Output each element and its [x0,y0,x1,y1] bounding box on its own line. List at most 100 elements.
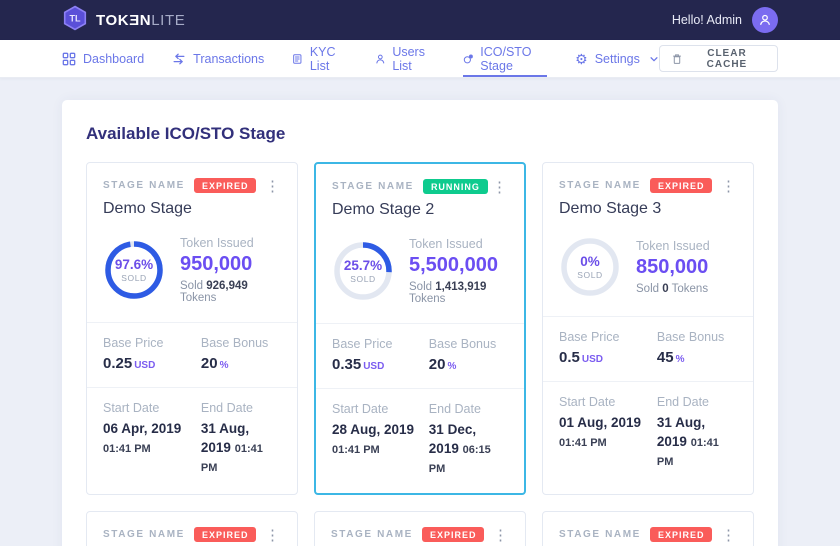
kebab-menu-icon[interactable]: ⋮ [260,177,285,196]
person-icon [758,13,772,27]
stage-name-label: STAGE NAME [559,180,641,191]
token-issued-label: Token Issued [636,239,710,253]
base-price-value: 0.5USD [559,349,657,366]
sold-word-label: SOLD [350,274,376,284]
brand-name: TOKƎNLITE [96,12,185,29]
nav-item-transactions[interactable]: Transactions [172,40,264,77]
start-time-value: 01:41 PM [559,437,607,449]
usd-unit: USD [363,361,384,372]
end-date-label: End Date [201,401,281,415]
sold-percentage-donut: 0% SOLD [559,236,621,298]
page-title: Available ICO/STO Stage [86,124,754,144]
percent-unit: % [447,361,456,372]
nav-label: ICO/STO Stage [480,45,547,73]
dates-row: Start Date 06 Apr, 2019 01:41 PM End Dat… [87,387,297,492]
ico-coins-icon [463,52,474,66]
chevron-down-icon [649,54,659,64]
price-bonus-row: Base Price 0.25USD Base Bonus 20% [87,322,297,387]
stage-name-label: STAGE NAME [331,529,413,540]
stage-status-badge: EXPIRED [194,178,257,193]
stage-name-label: STAGE NAME [103,529,185,540]
end-date-value: 31 Aug, 2019 01:41 PM [657,414,737,471]
stage-title: Demo Stage 3 [559,200,737,218]
price-bonus-row: Base Price 0.35USD Base Bonus 20% [316,323,524,388]
clear-cache-label: CLEAR CACHE [689,48,765,70]
percent-unit: % [220,360,229,371]
base-bonus-value: 20% [429,356,508,373]
kebab-menu-icon[interactable]: ⋮ [260,526,285,545]
nav-item-ico-sto-stage[interactable]: ICO/STO Stage [463,40,548,77]
end-date-label: End Date [429,402,508,416]
sold-tokens-count: 0 [662,283,668,295]
nav-item-kyc-list[interactable]: KYC List [292,40,346,77]
start-date-value: 06 Apr, 2019 01:41 PM [103,420,201,458]
stage-status-badge: EXPIRED [650,178,713,193]
users-person-icon [375,52,386,66]
base-price-label: Base Price [559,330,657,344]
content-panel: Available ICO/STO Stage ⋮ STAGE NAME EXP… [62,100,778,546]
nav-item-dashboard[interactable]: Dashboard [62,40,144,77]
start-date-label: Start Date [332,402,429,416]
stage-name-label: STAGE NAME [103,180,185,191]
end-date-label: End Date [657,395,737,409]
stage-card: ⋮ STAGE NAME EXPIRED Demo Stage 3 0% SOL… [542,162,754,495]
usd-unit: USD [582,354,603,365]
trash-icon [672,53,682,65]
sold-percent-value: 25.7% [344,258,382,273]
token-issued-amount: 950,000 [180,253,281,276]
sold-tokens-line: Sold 926,949 Tokens [180,280,281,304]
base-bonus-label: Base Bonus [201,336,281,350]
kebab-menu-icon[interactable]: ⋮ [488,526,513,545]
kebab-menu-icon[interactable]: ⋮ [487,178,512,197]
start-time-value: 01:41 PM [332,444,380,456]
stage-card: ⋮ STAGE NAME EXPIRED Demo Stage 4 0% SOL… [86,511,298,546]
clear-cache-button[interactable]: CLEAR CACHE [659,45,778,72]
stage-card: ⋮ STAGE NAME EXPIRED Demo Stage 5 0% SOL… [314,511,526,546]
stage-card: ⋮ STAGE NAME EXPIRED Demo Stage 97.6% SO… [86,162,298,495]
base-bonus-label: Base Bonus [657,330,737,344]
gear-icon: ⚙ [575,52,588,66]
kebab-menu-icon[interactable]: ⋮ [716,177,741,196]
base-bonus-label: Base Bonus [429,337,508,351]
stage-card: ⋮ STAGE NAME RUNNING Demo Stage 2 25.7% … [314,162,526,495]
stage-name-label: STAGE NAME [332,181,414,192]
base-price-label: Base Price [332,337,429,351]
base-price-value: 0.35USD [332,356,429,373]
user-greeting: Hello! Admin [672,13,742,27]
base-price-label: Base Price [103,336,201,350]
token-issued-label: Token Issued [180,236,281,250]
stage-name-label: STAGE NAME [559,529,641,540]
stage-card-grid: ⋮ STAGE NAME EXPIRED Demo Stage 97.6% SO… [86,162,754,546]
stage-status-badge: RUNNING [423,179,488,194]
kebab-menu-icon[interactable]: ⋮ [716,526,741,545]
sold-percent-value: 0% [580,254,600,269]
stage-title: Demo Stage 2 [332,201,508,219]
stage-card: ⋮ STAGE NAME EXPIRED Demo Stage 6 0% SOL… [542,511,754,546]
token-issued-amount: 850,000 [636,256,710,279]
svg-text:TL: TL [70,13,81,23]
tokenlite-hexagon-icon: TL [62,5,88,36]
base-bonus-value: 45% [657,349,737,366]
sold-percent-value: 97.6% [115,257,153,272]
nav-label: Users List [392,45,434,73]
user-avatar[interactable] [752,7,778,33]
end-date-value: 31 Dec, 2019 06:15 PM [429,421,508,478]
stage-status-badge: EXPIRED [194,527,257,542]
sold-percentage-donut: 97.6% SOLD [103,239,165,301]
token-issued-amount: 5,500,000 [409,254,508,277]
sold-tokens-line: Sold 0 Tokens [636,283,710,295]
start-date-value: 28 Aug, 2019 01:41 PM [332,421,429,459]
nav-label: Settings [595,52,640,66]
brand-logo[interactable]: TL TOKƎNLITE [62,5,185,36]
token-issued-label: Token Issued [409,237,508,251]
nav-label: KYC List [310,45,347,73]
start-date-label: Start Date [103,401,201,415]
nav-item-settings[interactable]: ⚙ Settings [575,40,659,77]
nav-item-users-list[interactable]: Users List [375,40,435,77]
sold-tokens-count: 1,413,919 [435,281,486,293]
dashboard-grid-icon [62,52,76,66]
sold-word-label: SOLD [577,270,603,280]
nav-label: Dashboard [83,52,144,66]
sold-word-label: SOLD [121,273,147,283]
start-time-value: 01:41 PM [103,443,151,455]
